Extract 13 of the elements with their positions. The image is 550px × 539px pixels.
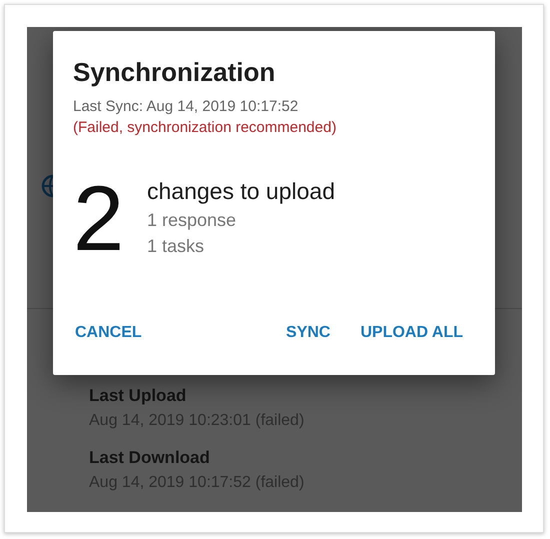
item-title: Last Upload — [89, 386, 188, 406]
warning-text: (Failed, synchronization recommended) — [73, 119, 338, 136]
dialog-button[interactable]: UPLOAD ALL — [348, 316, 475, 350]
dialog-button[interactable]: SYNC — [274, 316, 342, 350]
item-title: Last Download — [89, 448, 211, 468]
change-count: 2 — [73, 174, 126, 264]
changes-summary: changes to upload — [147, 178, 335, 205]
dialog-button[interactable]: CANCEL — [63, 316, 154, 350]
globe-icon — [41, 174, 53, 198]
last-sync-text: Last Sync: Aug 14, 2019 10:17:52 — [73, 98, 300, 115]
change-detail: 1 response — [147, 210, 238, 231]
change-detail: 1 tasks — [147, 236, 206, 257]
dialog-title: Synchronization — [73, 57, 276, 88]
